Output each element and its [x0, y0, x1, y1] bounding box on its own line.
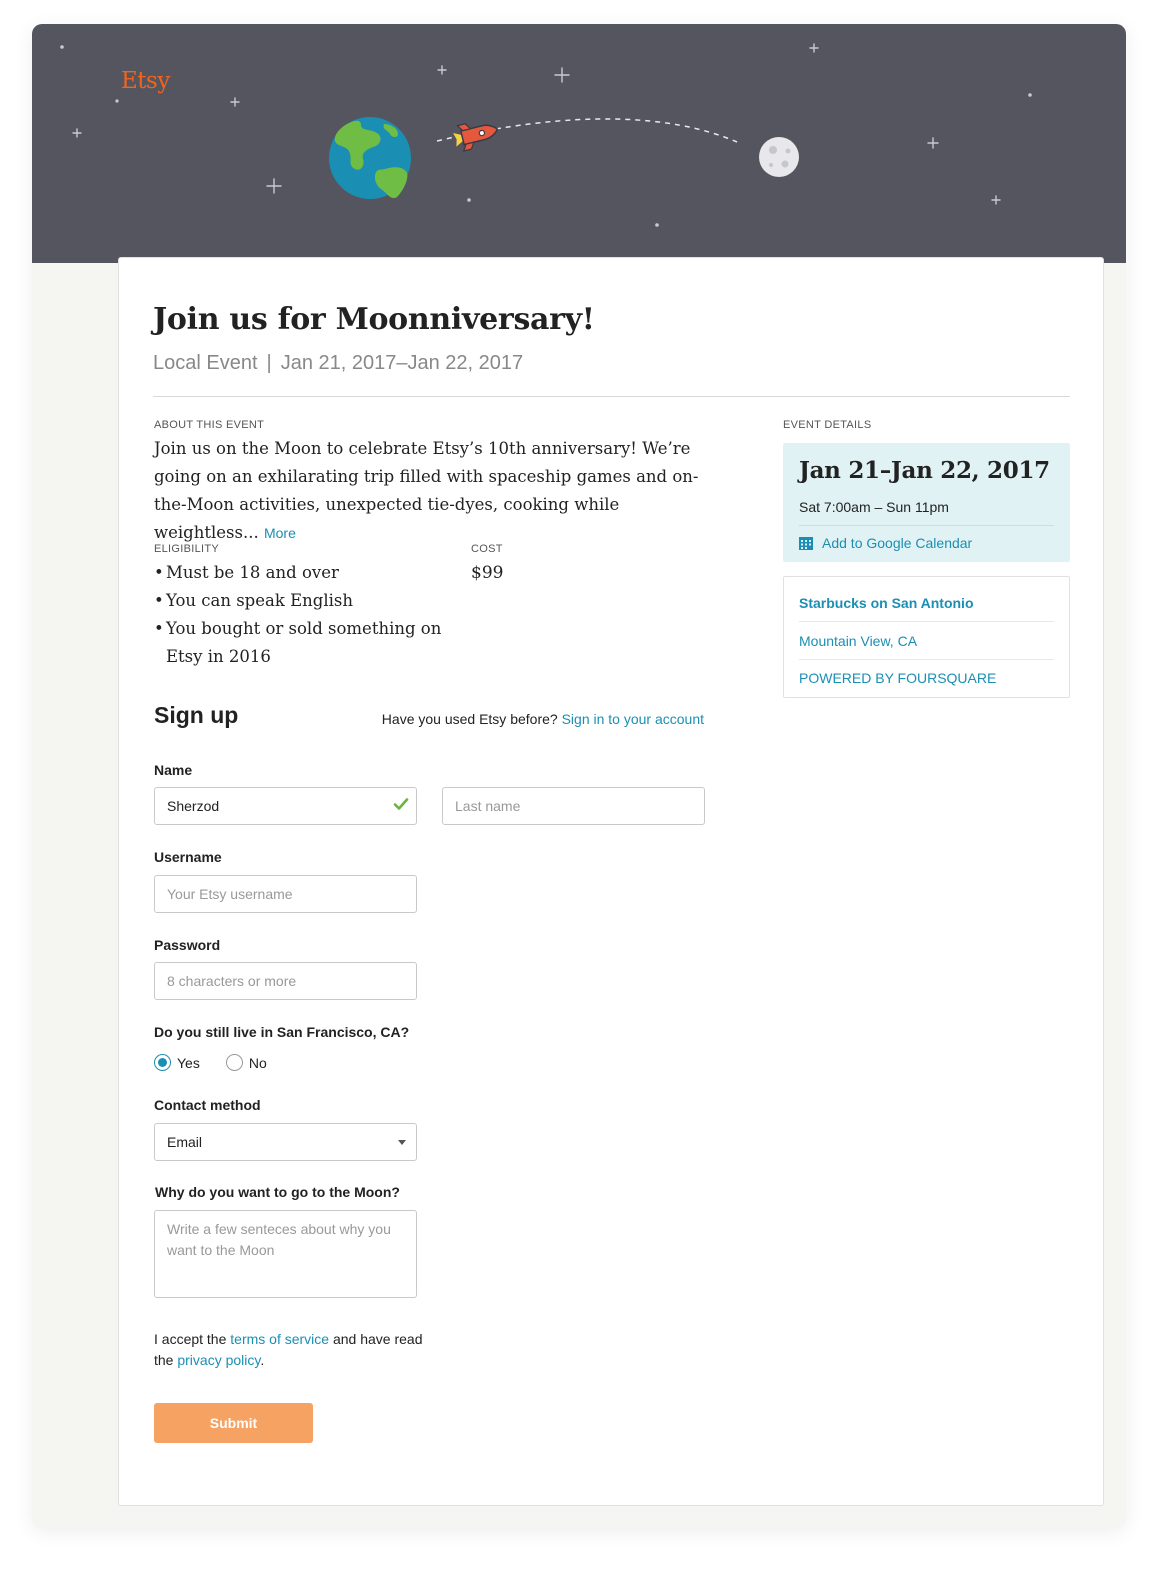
signin-hint: Have you used Etsy before? Sign in to yo…: [382, 711, 704, 727]
event-date-title: Jan 21–Jan 22, 2017: [799, 457, 1050, 484]
username-input[interactable]: [154, 875, 417, 913]
chevron-down-icon: [398, 1140, 406, 1145]
yes-radio-label[interactable]: Yes: [177, 1055, 200, 1071]
event-title: Join us for Moonniversary!: [153, 302, 595, 337]
cost-label: COST: [471, 543, 503, 555]
event-subtitle: Local Event | Jan 21, 2017–Jan 22, 2017: [153, 352, 523, 375]
check-icon: [393, 798, 409, 810]
about-description: Join us on the Moon to celebrate Etsy’s …: [154, 439, 699, 542]
sf-question-label: Do you still live in San Francisco, CA?: [154, 1024, 410, 1040]
venue-box: Starbucks on San Antonio Mountain View, …: [783, 576, 1070, 698]
last-name-input[interactable]: [442, 787, 705, 825]
no-radio-label[interactable]: No: [249, 1055, 267, 1071]
event-card: Join us for Moonniversary! Local Event | J…: [118, 257, 1104, 1506]
stars: [60, 45, 1032, 227]
space-illustration: [60, 43, 1032, 227]
eligibility-item: You can speak English: [154, 587, 454, 615]
earth-icon: [329, 117, 411, 199]
signin-link[interactable]: Sign in to your account: [562, 711, 704, 727]
subtitle-separator: |: [266, 352, 272, 374]
foursquare-link[interactable]: POWERED BY FOURSQUARE: [799, 670, 996, 686]
etsy-logo[interactable]: Etsy: [121, 68, 170, 94]
signin-question: Have you used Etsy before?: [381, 711, 558, 727]
venue-divider: [799, 659, 1054, 660]
calendar-icon: [799, 537, 813, 550]
sf-radio-group: Yes No: [154, 1054, 267, 1071]
eligibility-label: ELIGIBILITY: [154, 543, 220, 555]
password-label: Password: [154, 937, 221, 953]
event-type: Local Event: [153, 352, 258, 374]
about-label: ABOUT THIS EVENT: [154, 419, 265, 431]
signup-title: Sign up: [154, 702, 239, 728]
terms-of-service-link[interactable]: terms of service: [230, 1331, 329, 1347]
venue-divider: [799, 621, 1054, 622]
contact-method-value: Email: [167, 1134, 203, 1150]
why-moon-label: Why do you want to go to the Moon?: [155, 1184, 400, 1200]
add-to-calendar-link[interactable]: Add to Google Calendar: [799, 535, 972, 551]
cost-value: $99: [471, 563, 504, 583]
page-frame: Etsy Join us for Moonniversary! Local Ev…: [32, 24, 1126, 1528]
title-divider: [153, 396, 1070, 397]
event-time: Sat 7:00am – Sun 11pm: [799, 499, 949, 515]
moon-icon: [759, 137, 799, 177]
about-text: Join us on the Moon to celebrate Etsy’s …: [154, 435, 714, 547]
name-label: Name: [154, 762, 193, 778]
venue-name-link[interactable]: Starbucks on San Antonio: [799, 595, 974, 611]
submit-button[interactable]: Submit: [154, 1403, 313, 1443]
eligibility-item: You bought or sold something on Etsy in …: [154, 615, 454, 671]
sparkles: [72, 43, 1001, 205]
more-link[interactable]: More: [264, 525, 296, 541]
event-date-range: Jan 21, 2017–Jan 22, 2017: [280, 352, 524, 374]
privacy-policy-link[interactable]: privacy policy: [177, 1352, 260, 1368]
terms-prefix: I accept the: [154, 1331, 231, 1347]
terms-end: .: [260, 1352, 265, 1368]
add-to-calendar-label[interactable]: Add to Google Calendar: [822, 535, 972, 551]
username-label: Username: [154, 849, 222, 865]
no-radio[interactable]: [225, 1054, 243, 1071]
venue-city-link[interactable]: Mountain View, CA: [799, 633, 917, 649]
password-input[interactable]: [154, 962, 417, 1000]
eligibility-list: Must be 18 and over You can speak Englis…: [154, 559, 454, 671]
yes-radio[interactable]: [154, 1054, 171, 1071]
rocket-icon: [453, 123, 499, 152]
date-box-divider: [799, 525, 1054, 526]
contact-method-select[interactable]: Email: [154, 1123, 417, 1161]
event-details-label: EVENT DETAILS: [783, 419, 872, 431]
eligibility-item: Must be 18 and over: [154, 559, 454, 587]
first-name-input[interactable]: [154, 787, 417, 825]
why-moon-textarea[interactable]: [154, 1210, 417, 1298]
event-date-box: Jan 21–Jan 22, 2017 Sat 7:00am – Sun 11p…: [783, 443, 1070, 562]
hero-banner: Etsy: [32, 24, 1126, 263]
terms-text: I accept the terms of service and have r…: [154, 1329, 424, 1371]
contact-method-label: Contact method: [154, 1097, 261, 1113]
